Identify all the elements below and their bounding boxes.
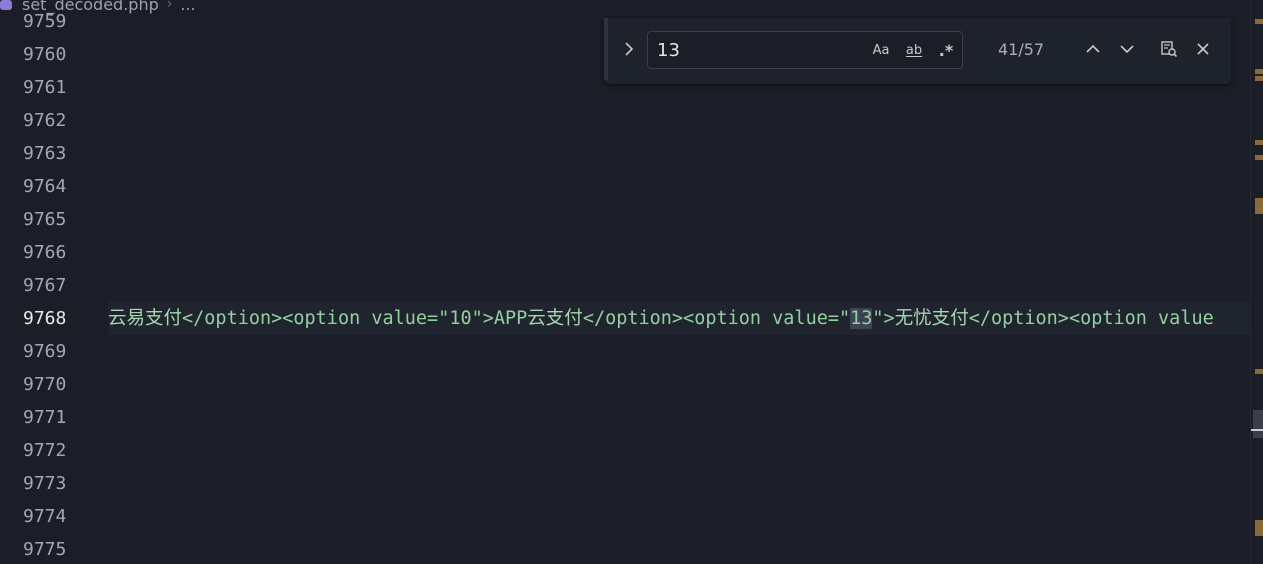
line-number: 9762 [23,110,67,131]
ruler-match-marker [1255,155,1263,160]
toggle-replace-button[interactable] [618,38,640,60]
close-icon [1197,43,1209,55]
php-file-icon [0,0,14,10]
breadcrumb-file[interactable]: set_decoded.php [22,0,159,14]
line-number: 9763 [23,143,67,164]
code-text: 无忧支付 [894,308,969,329]
ruler-match-marker [1255,19,1263,24]
code-text: </option><option value=" [582,308,851,329]
find-input[interactable] [657,38,857,62]
current-match-highlight: 13 [850,308,873,329]
line-number-gutter: 9759 9760 9761 9762 9763 9764 9765 9766 … [0,0,100,564]
code-text: </option><option value [968,308,1214,329]
active-line-number: 9768 [23,308,67,329]
ruler-match-marker [1255,69,1263,74]
overview-ruler[interactable] [1250,0,1263,564]
line-number: 9761 [23,77,67,98]
chevron-right-icon: › [166,0,173,12]
breadcrumb-more[interactable]: ... [180,0,195,14]
arrow-up-icon [1086,44,1100,53]
line-number: 9764 [23,176,67,197]
match-count: 41/57 [998,40,1045,59]
next-match-button[interactable] [1115,37,1139,61]
find-input-container: Aa ab .* [647,31,963,69]
line-number: 9767 [23,275,67,296]
ruler-match-marker [1255,140,1263,145]
ruler-match-marker [1255,198,1263,214]
ruler-match-marker [1255,520,1263,536]
regex-icon: .* [938,40,954,60]
code-text: 云易支付 [108,308,183,329]
arrow-down-icon [1120,45,1134,54]
close-find-button[interactable] [1191,37,1215,61]
breadcrumb: set_decoded.php › ... [0,0,196,15]
line-number: 9760 [23,44,67,65]
line-number: 9770 [23,374,67,395]
scrollbar-slider[interactable] [1253,410,1263,438]
line-number: 9775 [23,539,67,560]
ruler-cursor-marker [1251,429,1263,431]
find-widget: Aa ab .* 41/57 [604,18,1231,84]
line-number: 9772 [23,440,67,461]
match-case-icon: Aa [872,42,890,58]
find-in-selection-button[interactable] [1157,37,1181,61]
previous-match-button[interactable] [1081,37,1105,61]
match-case-toggle[interactable]: Aa [868,39,894,61]
code-text: </option><option value="10">APP [182,308,528,329]
code-text: "> [872,308,895,329]
find-in-selection-icon [1161,41,1178,58]
line-number: 9771 [23,407,67,428]
chevron-right-icon [625,42,634,56]
whole-word-icon: ab [905,42,923,58]
code-line-9768[interactable]: 云易支付</option><option value="10">APP云支付</… [108,302,1214,335]
ruler-match-marker [1255,369,1263,374]
line-number: 9774 [23,506,67,527]
editor[interactable]: set_decoded.php › ... 9759 9760 9761 976… [0,0,1263,564]
regex-toggle[interactable]: .* [933,39,959,61]
line-number: 9766 [23,242,67,263]
ruler-match-marker [1255,76,1263,81]
line-number: 9765 [23,209,67,230]
code-area[interactable]: 云易支付</option><option value="10">APP云支付</… [108,0,1250,564]
line-number: 9769 [23,341,67,362]
code-text: 云支付 [527,308,583,329]
line-number: 9773 [23,473,67,494]
whole-word-toggle[interactable]: ab [901,39,927,61]
